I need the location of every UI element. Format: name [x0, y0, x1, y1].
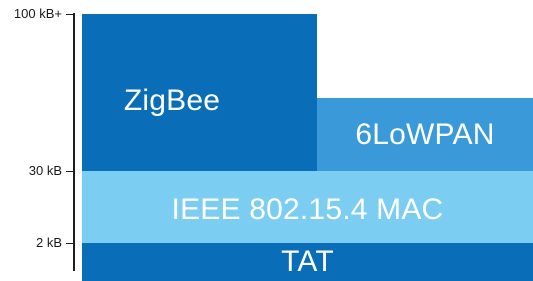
tat-layer: TAT: [82, 243, 533, 281]
zigbee-layer: ZigBee: [82, 14, 317, 171]
axis-label-2kb: 2 kB: [35, 235, 62, 250]
ieee-802154-mac-layer: IEEE 802.15.4 MAC: [82, 171, 533, 243]
tick-30kb: [66, 171, 74, 172]
zigbee-label: ZigBee: [123, 84, 221, 117]
mac-label: IEEE 802.15.4 MAC: [171, 193, 444, 226]
axis-label-100kb: 100 kB+: [13, 6, 62, 21]
y-axis-line: [73, 13, 75, 271]
tick-2kb: [66, 243, 74, 244]
tat-label: TAT: [281, 245, 334, 278]
sixlowpan-layer: 6LoWPAN: [317, 98, 533, 171]
axis-label-30kb: 30 kB: [28, 163, 62, 178]
sixlowpan-label: 6LoWPAN: [355, 117, 495, 151]
tick-100kb: [66, 14, 74, 15]
